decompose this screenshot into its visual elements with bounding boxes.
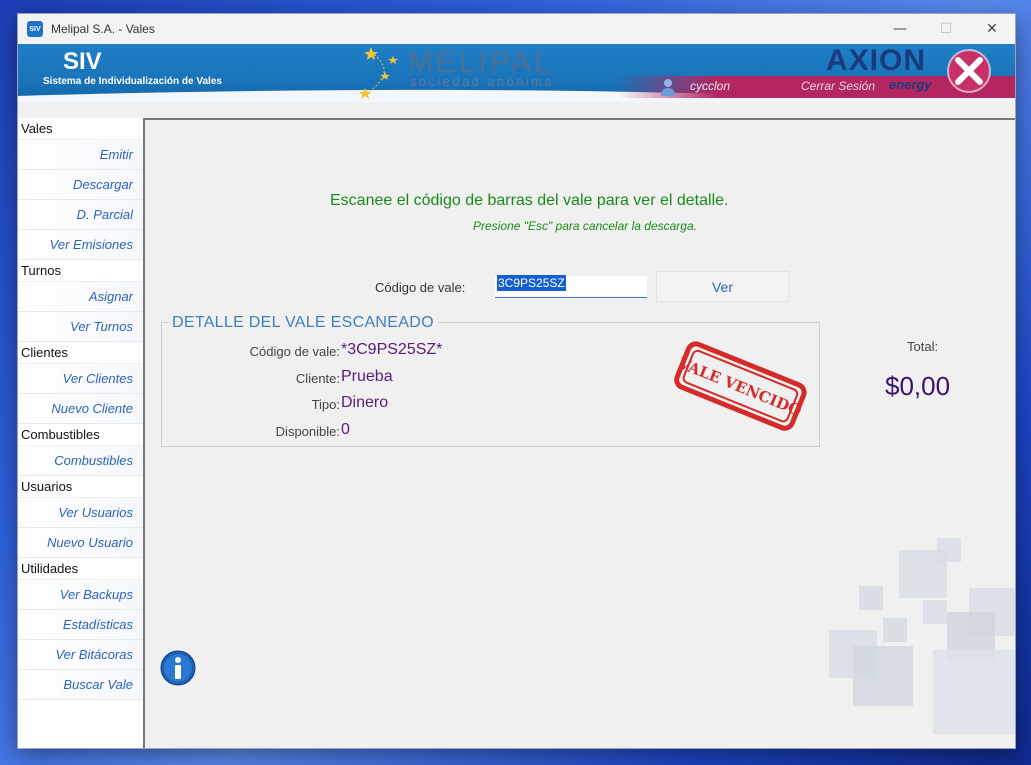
total-label: Total: bbox=[907, 339, 939, 354]
sidebar-item-ver-backups[interactable]: Ver Backups bbox=[18, 580, 143, 610]
detail-type-label: Tipo: bbox=[311, 397, 340, 412]
window-title: Melipal S.A. - Vales bbox=[51, 22, 155, 36]
sidebar-item-ver-bitacoras[interactable]: Ver Bitácoras bbox=[18, 640, 143, 670]
header-banner: SIV Sistema de Individualización de Vale… bbox=[18, 44, 1015, 102]
stars-logo-icon bbox=[359, 47, 398, 99]
total-value: $0,00 bbox=[885, 371, 951, 401]
close-button[interactable]: ✕ bbox=[969, 14, 1015, 44]
sidebar-group-usuarios: Usuarios bbox=[18, 476, 143, 498]
window-controls: — ☐ ✕ bbox=[877, 14, 1015, 44]
code-label: Código de vale: bbox=[375, 280, 466, 295]
ver-button[interactable]: Ver bbox=[656, 271, 789, 302]
sidebar-item-ver-usuarios[interactable]: Ver Usuarios bbox=[18, 498, 143, 528]
sidebar-item-nuevo-cliente[interactable]: Nuevo Cliente bbox=[18, 394, 143, 424]
detail-available-label: Disponible: bbox=[275, 424, 340, 439]
sidebar-item-combustibles[interactable]: Combustibles bbox=[18, 446, 143, 476]
user-icon bbox=[661, 79, 675, 96]
scan-prompt: Escanee el código de barras del vale par… bbox=[330, 192, 729, 209]
sidebar-item-emitir[interactable]: Emitir bbox=[18, 140, 143, 170]
minimize-button[interactable]: — bbox=[877, 14, 923, 44]
app-window: SIV Melipal S.A. - Vales — ☐ ✕ SIV Siste… bbox=[17, 13, 1016, 749]
decorative-squares bbox=[829, 538, 1015, 734]
detail-type-value: Dinero bbox=[341, 394, 389, 411]
sidebar-group-combustibles: Combustibles bbox=[18, 424, 143, 446]
sidebar-item-ver-clientes[interactable]: Ver Clientes bbox=[18, 364, 143, 394]
logout-link[interactable]: Cerrar Sesión bbox=[801, 79, 875, 93]
expired-stamp: VALE VENCIDO bbox=[674, 341, 807, 431]
sidebar-item-ver-emisiones[interactable]: Ver Emisiones bbox=[18, 230, 143, 260]
sidebar-group-vales: Vales bbox=[18, 118, 143, 140]
brand-logo-sub: energy bbox=[889, 77, 932, 92]
sidebar-item-descarga-parcial[interactable]: D. Parcial bbox=[18, 200, 143, 230]
sidebar-item-ver-turnos[interactable]: Ver Turnos bbox=[18, 312, 143, 342]
sidebar-group-clientes: Clientes bbox=[18, 342, 143, 364]
detail-group: DETALLE DEL VALE ESCANEADO Código de val… bbox=[161, 314, 820, 447]
detail-client-label: Cliente: bbox=[295, 371, 340, 386]
code-input-value: 3C9PS25SZ bbox=[497, 275, 566, 291]
company-logo-sub: sociedad anónima bbox=[410, 74, 554, 89]
detail-client-value: Prueba bbox=[341, 368, 393, 385]
app-subtitle: Sistema de Individualización de Vales bbox=[43, 76, 222, 87]
detail-code-value: *3C9PS25SZ* bbox=[341, 341, 443, 358]
scan-hint: Presione "Esc" para cancelar la descarga… bbox=[473, 219, 697, 233]
app-name: SIV bbox=[63, 48, 102, 75]
detail-title: DETALLE DEL VALE ESCANEADO bbox=[168, 314, 438, 332]
code-input[interactable]: 3C9PS25SZ bbox=[495, 275, 647, 298]
brand-logo: AXION bbox=[826, 44, 927, 77]
sidebar-item-descargar[interactable]: Descargar bbox=[18, 170, 143, 200]
sidebar-item-buscar-vale[interactable]: Buscar Vale bbox=[18, 670, 143, 700]
brand-x-icon bbox=[947, 49, 991, 93]
info-icon[interactable] bbox=[160, 650, 196, 686]
sidebar-nav: Vales Emitir Descargar D. Parcial Ver Em… bbox=[18, 118, 145, 748]
detail-code-label: Código de vale: bbox=[249, 344, 340, 359]
title-bar: SIV Melipal S.A. - Vales — ☐ ✕ bbox=[18, 14, 1015, 44]
sidebar-item-estadisticas[interactable]: Estadísticas bbox=[18, 610, 143, 640]
detail-available-value: 0 bbox=[341, 421, 350, 438]
user-name: cycclon bbox=[690, 79, 731, 93]
main-content: Escanee el código de barras del vale par… bbox=[145, 118, 1015, 748]
sidebar-group-utilidades: Utilidades bbox=[18, 558, 143, 580]
app-icon: SIV bbox=[27, 21, 43, 37]
sidebar-group-turnos: Turnos bbox=[18, 260, 143, 282]
sidebar-item-asignar[interactable]: Asignar bbox=[18, 282, 143, 312]
maximize-button[interactable]: ☐ bbox=[923, 14, 969, 44]
sidebar-item-nuevo-usuario[interactable]: Nuevo Usuario bbox=[18, 528, 143, 558]
